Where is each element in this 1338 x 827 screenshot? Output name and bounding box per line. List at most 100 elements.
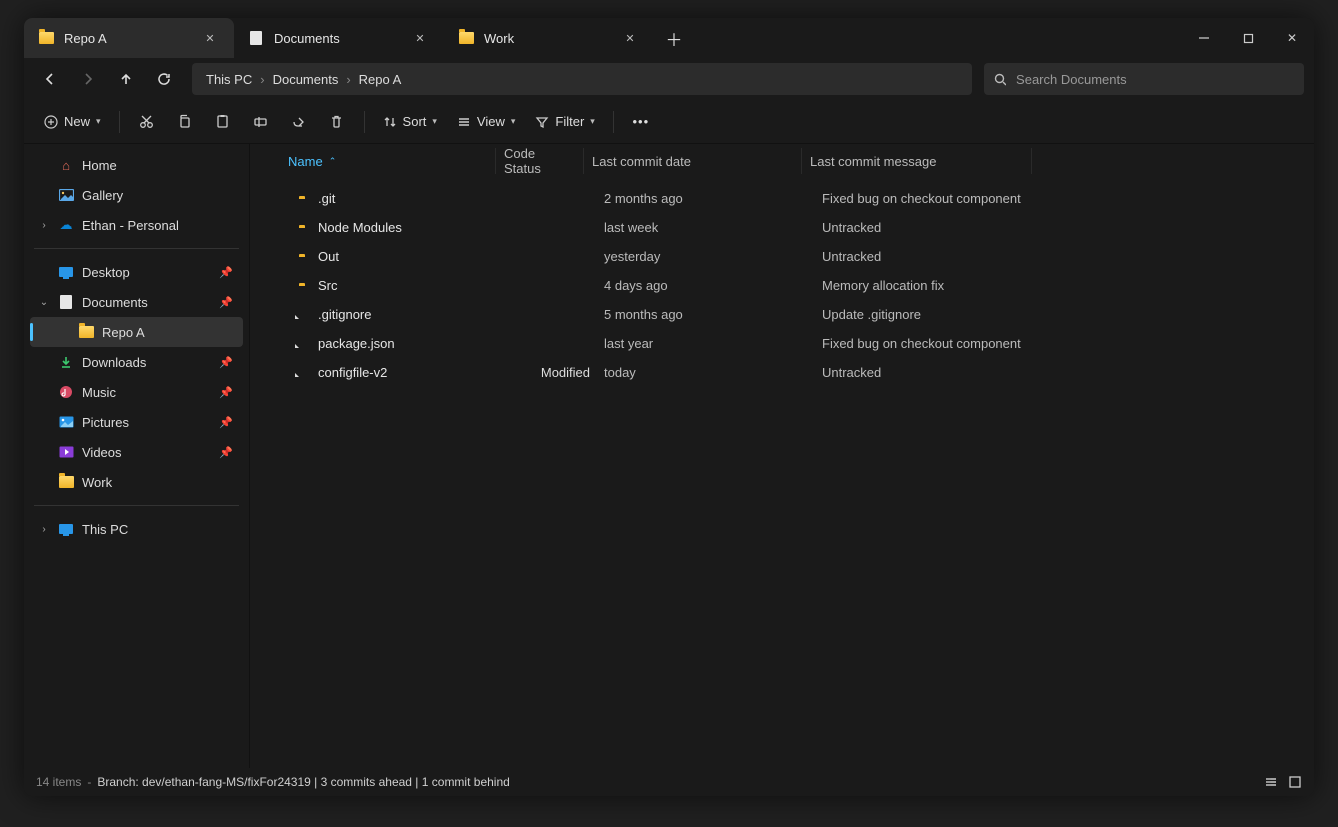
delete-button[interactable]: [320, 106, 354, 138]
arrow-up-icon: [119, 72, 133, 86]
sidebar-item-label: This PC: [82, 522, 128, 537]
sidebar-item-onedrive[interactable]: › ☁ Ethan - Personal: [30, 210, 243, 240]
tab-label: Documents: [274, 31, 398, 46]
cell-name: .git: [318, 191, 514, 206]
sidebar-item-home[interactable]: ⌂ Home: [30, 150, 243, 180]
new-button[interactable]: New ▾: [36, 106, 109, 138]
cell-name: configfile-v2: [318, 365, 514, 380]
breadcrumb[interactable]: This PC › Documents › Repo A: [192, 63, 972, 95]
sidebar-item-music[interactable]: Music 📌: [30, 377, 243, 407]
sidebar-item-this-pc[interactable]: › This PC: [30, 514, 243, 544]
sidebar-item-videos[interactable]: Videos 📌: [30, 437, 243, 467]
toolbar: New ▾ Sort ▾ View ▾ Filter ▾ •••: [24, 100, 1314, 144]
thumbnails-view-button[interactable]: [1288, 775, 1302, 789]
view-icon: [457, 115, 471, 129]
cell-msg: Memory allocation fix: [822, 278, 1314, 293]
cell-msg: Fixed bug on checkout component: [822, 336, 1314, 351]
folder-icon: [458, 30, 474, 46]
sidebar-item-downloads[interactable]: Downloads 📌: [30, 347, 243, 377]
tab-label: Work: [484, 31, 608, 46]
column-label: Last commit date: [592, 154, 691, 169]
details-view-button[interactable]: [1264, 775, 1278, 789]
up-button[interactable]: [110, 63, 142, 95]
view-button[interactable]: View ▾: [449, 106, 523, 138]
refresh-button[interactable]: [148, 63, 180, 95]
cut-button[interactable]: [130, 106, 164, 138]
sidebar-item-work[interactable]: Work: [30, 467, 243, 497]
more-button[interactable]: •••: [624, 106, 658, 138]
divider: [34, 248, 239, 249]
table-row[interactable]: Src4 days agoMemory allocation fix: [250, 271, 1314, 300]
breadcrumb-item[interactable]: This PC: [202, 70, 256, 89]
sidebar-item-documents[interactable]: ⌄ Documents 📌: [30, 287, 243, 317]
status-bar: 14 items - Branch: dev/ethan-fang-MS/fix…: [24, 768, 1314, 796]
table-row[interactable]: .gitignore5 months agoUpdate .gitignore: [250, 300, 1314, 329]
back-button[interactable]: [34, 63, 66, 95]
tab-close-button[interactable]: ✕: [198, 26, 222, 50]
sidebar-item-label: Ethan - Personal: [82, 218, 179, 233]
table-row[interactable]: .git2 months agoFixed bug on checkout co…: [250, 184, 1314, 213]
window-controls: ✕: [1182, 18, 1314, 58]
forward-button[interactable]: [72, 63, 104, 95]
divider: [364, 111, 365, 133]
table-row[interactable]: OutyesterdayUntracked: [250, 242, 1314, 271]
breadcrumb-item[interactable]: Documents: [269, 70, 343, 89]
column-last-commit-message[interactable]: Last commit message: [802, 148, 1032, 174]
tab-documents[interactable]: Documents ✕: [234, 18, 444, 58]
chevron-right-icon[interactable]: ›: [38, 524, 50, 535]
sidebar-item-label: Videos: [82, 445, 122, 460]
tab-work[interactable]: Work ✕: [444, 18, 654, 58]
share-button[interactable]: [282, 106, 316, 138]
item-count: 14 items: [36, 775, 81, 789]
address-bar: This PC › Documents › Repo A: [24, 58, 1314, 100]
column-code-status[interactable]: Code Status: [496, 148, 584, 174]
folder-icon: [58, 474, 74, 490]
cell-status: Modified: [514, 365, 604, 380]
paste-button[interactable]: [206, 106, 240, 138]
sidebar-item-gallery[interactable]: Gallery: [30, 180, 243, 210]
new-label: New: [64, 114, 90, 129]
column-last-commit-date[interactable]: Last commit date: [584, 148, 802, 174]
cell-date: last year: [604, 336, 822, 351]
sidebar-item-pictures[interactable]: Pictures 📌: [30, 407, 243, 437]
table-row[interactable]: configfile-v2ModifiedtodayUntracked: [250, 358, 1314, 387]
search-box[interactable]: [984, 63, 1304, 95]
sort-button[interactable]: Sort ▾: [375, 106, 445, 138]
close-window-button[interactable]: ✕: [1270, 18, 1314, 58]
filter-button[interactable]: Filter ▾: [527, 106, 602, 138]
home-icon: ⌂: [58, 157, 74, 173]
tab-close-button[interactable]: ✕: [408, 26, 432, 50]
maximize-button[interactable]: [1226, 18, 1270, 58]
new-tab-button[interactable]: ＋: [654, 18, 694, 58]
rename-button[interactable]: [244, 106, 278, 138]
videos-icon: [58, 444, 74, 460]
cell-msg: Untracked: [822, 220, 1314, 235]
chevron-right-icon[interactable]: ›: [38, 220, 50, 231]
chevron-down-icon[interactable]: ⌄: [38, 297, 50, 308]
copy-button[interactable]: [168, 106, 202, 138]
share-icon: [291, 114, 306, 129]
sidebar-item-desktop[interactable]: Desktop 📌: [30, 257, 243, 287]
column-name[interactable]: Name ⌃: [280, 148, 496, 174]
table-row[interactable]: package.jsonlast yearFixed bug on checko…: [250, 329, 1314, 358]
sidebar-item-label: Downloads: [82, 355, 146, 370]
search-input[interactable]: [1016, 72, 1294, 87]
pc-icon: [58, 521, 74, 537]
table-row[interactable]: Node Moduleslast weekUntracked: [250, 213, 1314, 242]
sidebar-item-repo-a[interactable]: Repo A: [30, 317, 243, 347]
sort-label: Sort: [403, 114, 427, 129]
tab-repo-a[interactable]: Repo A ✕: [24, 18, 234, 58]
gallery-icon: [58, 187, 74, 203]
doc-icon: [58, 294, 74, 310]
tab-close-button[interactable]: ✕: [618, 26, 642, 50]
branch-info: Branch: dev/ethan-fang-MS/fixFor24319 | …: [97, 775, 509, 789]
sidebar-item-label: Music: [82, 385, 116, 400]
copy-icon: [177, 114, 192, 129]
cell-name: .gitignore: [318, 307, 514, 322]
sidebar-item-label: Gallery: [82, 188, 123, 203]
minimize-button[interactable]: [1182, 18, 1226, 58]
grid-icon: [1288, 775, 1302, 789]
breadcrumb-item[interactable]: Repo A: [355, 70, 406, 89]
cloud-icon: ☁: [58, 217, 74, 233]
chevron-down-icon: ▾: [432, 116, 437, 127]
